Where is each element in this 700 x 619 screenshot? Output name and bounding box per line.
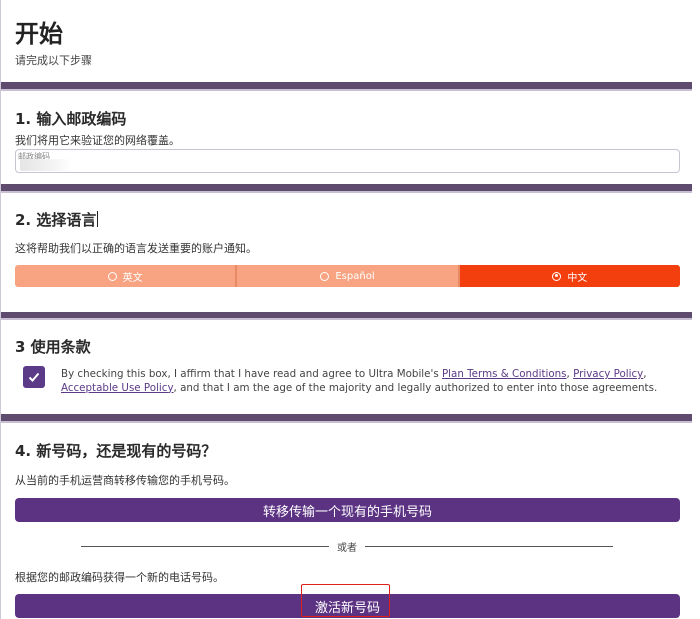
language-option-chinese[interactable]: 中文 — [459, 265, 680, 287]
section-divider — [1, 82, 692, 91]
checkmark-icon — [28, 372, 40, 382]
acceptable-use-link[interactable]: Acceptable Use Policy — [61, 382, 174, 394]
terms-text: By checking this box, I affirm that I ha… — [61, 368, 658, 394]
activate-new-number-button[interactable]: 激活新号码 — [15, 594, 680, 618]
radio-icon — [107, 271, 117, 281]
window-edge — [692, 0, 700, 619]
or-separator: 或者 — [81, 537, 613, 555]
transfer-number-button[interactable]: 转移传输一个现有的手机号码 — [15, 498, 680, 522]
step1-description: 我们将用它来验证您的网络覆盖。 — [15, 134, 180, 147]
language-option-spanish[interactable]: Español — [237, 265, 460, 287]
step2-title: 2. 选择语言 — [15, 211, 99, 229]
page-subtitle: 请完成以下步骤 — [15, 54, 92, 67]
step2-description: 这将帮助我们以正确的语言发送重要的账户通知。 — [15, 242, 257, 255]
separator-line — [365, 546, 613, 547]
language-selector: 英文 Español 中文 — [15, 265, 680, 287]
language-option-label: Español — [335, 270, 375, 282]
radio-icon — [320, 271, 330, 281]
new-number-description: 根据您的邮政编码获得一个新的电话号码。 — [15, 571, 224, 584]
text-cursor — [97, 211, 99, 227]
button-label: 激活新号码 — [314, 600, 380, 616]
privacy-policy-link[interactable]: Privacy Policy — [573, 368, 643, 380]
radio-selected-icon — [552, 271, 562, 281]
page-title: 开始 — [15, 20, 63, 48]
step1-title: 1. 输入邮政编码 — [15, 110, 127, 128]
section-divider — [1, 312, 692, 320]
zip-redacted-value — [20, 159, 72, 171]
button-label: 转移传输一个现有的手机号码 — [262, 504, 432, 520]
zip-code-input[interactable]: 邮政编码 — [15, 149, 680, 173]
step3-title: 3 使用条款 — [15, 338, 91, 356]
terms-checkbox[interactable] — [23, 366, 45, 388]
transfer-description: 从当前的手机运营商转移传输您的手机号码。 — [15, 474, 235, 487]
section-divider — [1, 414, 692, 423]
language-option-label: 英文 — [122, 272, 143, 284]
step4-title: 4. 新号码，还是现有的号码？ — [15, 442, 217, 460]
section-divider — [1, 184, 692, 193]
activation-page: 开始 请完成以下步骤 1. 输入邮政编码 我们将用它来验证您的网络覆盖。 邮政编… — [0, 0, 692, 619]
plan-terms-link[interactable]: Plan Terms & Conditions — [442, 368, 567, 380]
language-option-english[interactable]: 英文 — [15, 265, 238, 287]
language-option-label: 中文 — [567, 272, 588, 284]
